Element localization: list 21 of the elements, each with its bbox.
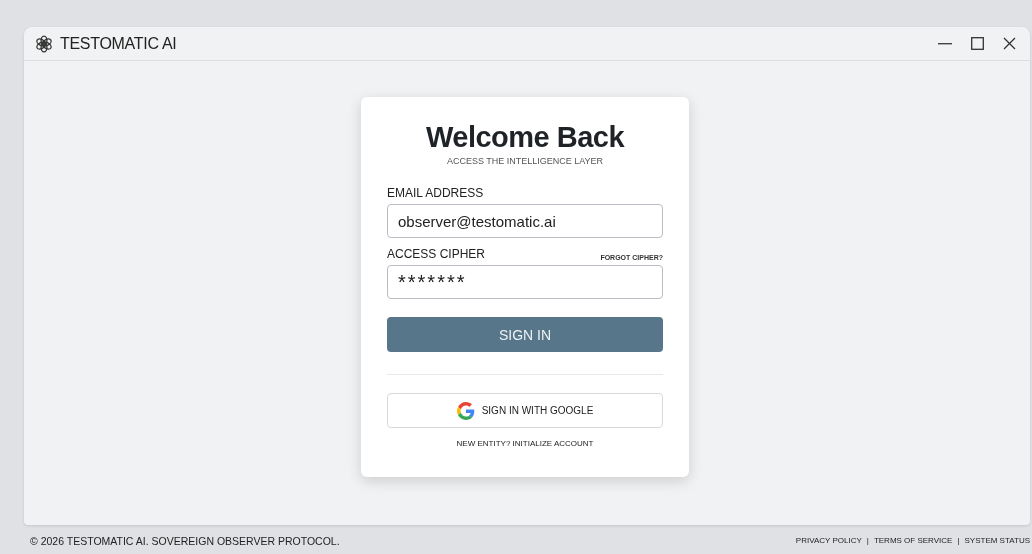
footer-link[interactable]: TERMS OF SERVICE	[873, 536, 953, 545]
copyright-text: © 2026 TESTOMATIC AI. SOVEREIGN OBSERVER PROTOCOL.	[30, 534, 340, 547]
close-icon	[1002, 37, 1016, 50]
input-field[interactable]: observer@testomatic.ai	[387, 204, 663, 238]
card-heading: Welcome Back	[424, 121, 626, 154]
field-label: ACCESS CIPHER	[387, 247, 486, 261]
field-label: EMAIL ADDRESS	[387, 186, 484, 200]
google-sign-in-button[interactable]: SIGN IN WITH GOOGLE	[387, 393, 663, 428]
window-title: TESTOMATIC AI	[60, 34, 178, 53]
separator: |	[866, 536, 869, 545]
sign-in-button[interactable]: SIGN IN	[387, 317, 663, 352]
card-subheading: ACCESS THE INTELLIGENCE LAYER	[445, 156, 605, 166]
separator: |	[957, 536, 960, 545]
logo-icon	[34, 33, 54, 54]
minimize-icon	[938, 42, 952, 45]
footer-link[interactable]: SYSTEM STATUS	[964, 536, 1030, 545]
signup-link[interactable]: NEW ENTITY? INITIALIZE ACCOUNT	[456, 439, 594, 448]
input-field[interactable]: *******	[387, 265, 663, 299]
maximize-icon	[970, 37, 984, 50]
google-icon	[456, 401, 475, 420]
footer-link[interactable]: PRIVACY POLICY	[795, 536, 862, 545]
